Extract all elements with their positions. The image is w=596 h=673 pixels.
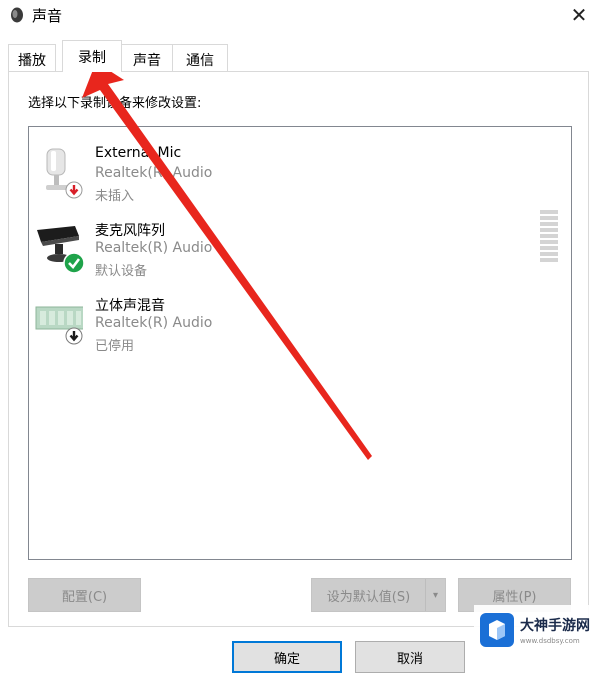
level-meter-icon — [540, 210, 558, 262]
device-driver: Realtek(R) Audio — [95, 165, 213, 181]
default-check-badge-icon — [63, 252, 85, 274]
watermark-subtext: www.dsdbsy.com — [520, 637, 580, 645]
device-driver: Realtek(R) Audio — [95, 240, 213, 256]
device-driver: Realtek(R) Audio — [95, 315, 213, 331]
list-item[interactable]: 立体声混音 Realtek(R) Audio 已停用 — [29, 283, 529, 354]
device-name: 麦克风阵列 — [95, 223, 165, 239]
tab-communications[interactable]: 通信 — [172, 44, 228, 71]
watermark: 大神手游网 www.dsdbsy.com — [474, 605, 592, 655]
chevron-down-icon[interactable]: ▾ — [425, 579, 445, 611]
configure-button[interactable]: 配置(C) — [28, 578, 141, 612]
list-item[interactable]: External Mic Realtek(R) Audio 未插入 — [29, 133, 529, 204]
disabled-down-badge-icon — [65, 327, 83, 345]
device-name: External Mic — [95, 145, 182, 161]
device-status: 默认设备 — [95, 264, 148, 279]
close-button[interactable]: ✕ — [562, 0, 596, 30]
list-item[interactable]: 麦克风阵列 Realtek(R) Audio 默认设备 — [29, 208, 529, 279]
instruction-text: 选择以下录制设备来修改设置: — [28, 96, 202, 111]
unplugged-badge-icon — [65, 181, 83, 199]
device-status: 未插入 — [95, 189, 135, 204]
speaker-icon — [11, 7, 23, 23]
tab-playback[interactable]: 播放 — [8, 44, 56, 71]
tab-sounds[interactable]: 声音 — [118, 44, 176, 71]
recording-device-list[interactable]: External Mic Realtek(R) Audio 未插入 麦克风阵列 … — [28, 126, 572, 560]
device-status: 已停用 — [95, 339, 135, 354]
cancel-button[interactable]: 取消 — [355, 641, 465, 673]
title-bar: 声音 ✕ — [0, 0, 596, 30]
tab-recording[interactable]: 录制 — [62, 40, 122, 72]
set-default-button[interactable]: 设为默认值(S) ▾ — [311, 578, 446, 612]
watermark-text: 大神手游网 — [520, 618, 590, 634]
device-name: 立体声混音 — [95, 298, 165, 314]
watermark-logo-icon — [480, 613, 514, 647]
close-icon: ✕ — [570, 3, 588, 27]
window-title: 声音 — [32, 7, 63, 25]
ok-button[interactable]: 确定 — [232, 641, 342, 673]
